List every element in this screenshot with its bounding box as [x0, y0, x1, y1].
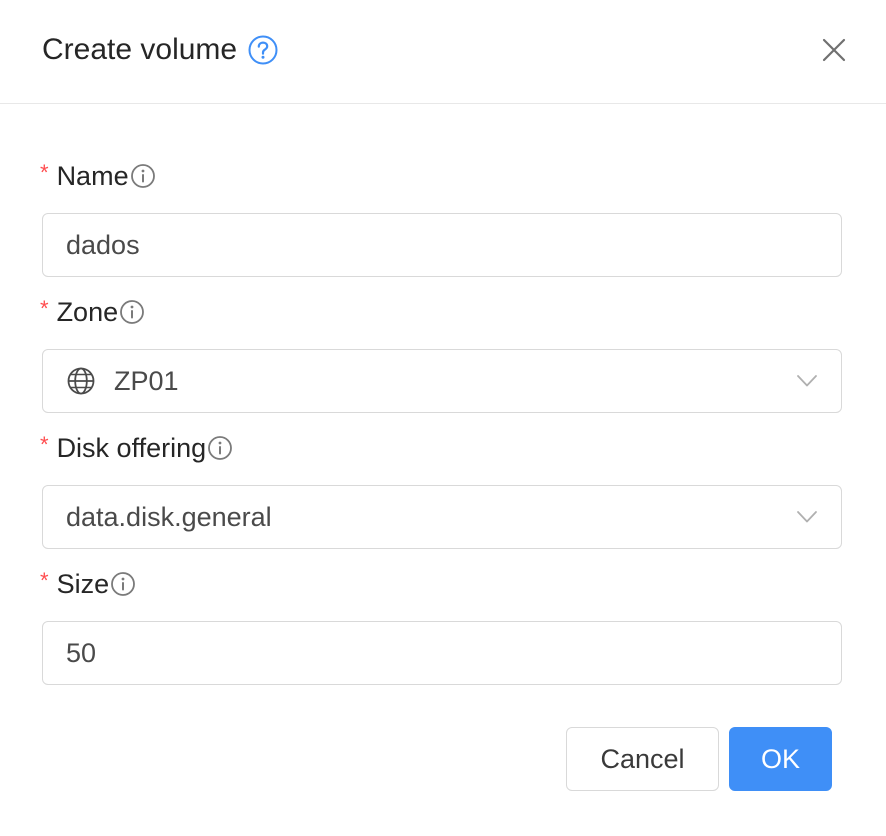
- size-input[interactable]: 50: [42, 621, 842, 685]
- info-circle-icon[interactable]: [119, 299, 145, 325]
- disk-offering-label-row: * Disk offering: [40, 430, 233, 466]
- dialog-header: Create volume: [0, 0, 886, 104]
- question-circle-icon[interactable]: [247, 34, 279, 66]
- name-input-value: dados: [66, 229, 140, 260]
- zone-label-row: * Zone: [40, 294, 145, 330]
- name-label-row: * Name: [40, 158, 156, 194]
- size-label: Size: [56, 568, 110, 599]
- info-circle-icon[interactable]: [110, 571, 136, 597]
- info-circle-icon[interactable]: [207, 435, 233, 461]
- chevron-down-icon[interactable]: [795, 505, 819, 529]
- chevron-down-icon[interactable]: [795, 369, 819, 393]
- name-label: Name: [56, 160, 129, 191]
- required-mark: *: [40, 296, 49, 321]
- info-circle-icon[interactable]: [130, 163, 156, 189]
- dialog-title: Create volume: [42, 33, 238, 66]
- close-icon[interactable]: [818, 34, 850, 66]
- cancel-button[interactable]: Cancel: [566, 727, 719, 791]
- size-input-value: 50: [66, 637, 97, 668]
- dialog-title-wrap: Create volume: [42, 30, 279, 70]
- zone-select-value: ZP01: [114, 365, 179, 396]
- globe-icon: [66, 366, 96, 396]
- zone-label: Zone: [56, 296, 119, 327]
- required-mark: *: [40, 568, 49, 593]
- zone-select[interactable]: ZP01: [42, 349, 842, 413]
- required-mark: *: [40, 432, 49, 457]
- size-label-row: * Size: [40, 566, 136, 602]
- ok-button[interactable]: OK: [729, 727, 832, 791]
- disk-offering-select[interactable]: data.disk.general: [42, 485, 842, 549]
- name-input[interactable]: dados: [42, 213, 842, 277]
- required-mark: *: [40, 160, 49, 185]
- disk-offering-select-value: data.disk.general: [66, 501, 272, 532]
- disk-offering-label: Disk offering: [56, 432, 207, 463]
